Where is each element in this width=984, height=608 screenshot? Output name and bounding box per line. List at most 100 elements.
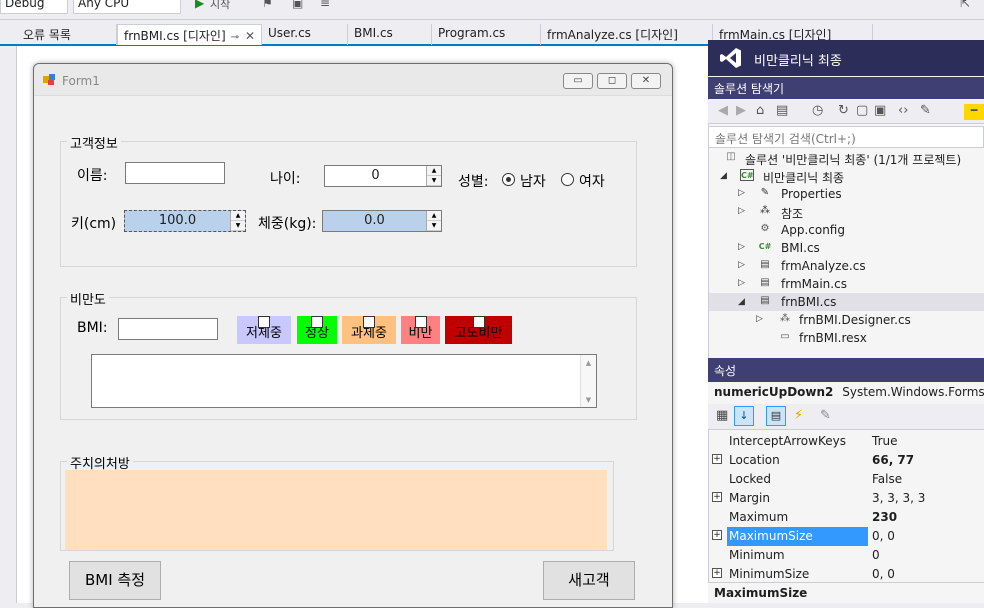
prescription-panel[interactable] xyxy=(65,470,607,550)
male-radio[interactable] xyxy=(502,173,515,186)
live-share-icon[interactable]: ⇱ xyxy=(960,0,974,10)
spin-up-icon[interactable]: ▲ xyxy=(231,211,245,221)
spin-down-icon[interactable]: ▼ xyxy=(231,221,245,231)
property-row-selected[interactable]: + MaximumSize 0, 0 xyxy=(709,527,984,546)
chip-severely-obese[interactable]: 고도비만 xyxy=(445,316,512,344)
name-input[interactable] xyxy=(125,162,225,184)
align-icon[interactable]: ≡ xyxy=(320,0,334,10)
property-value[interactable]: False xyxy=(872,472,902,486)
tab-frmanalyze-designer[interactable]: frmAnalyze.cs [디자인] xyxy=(541,24,713,45)
refresh-icon[interactable]: ↻ xyxy=(838,103,849,118)
new-customer-button[interactable]: 새고객 xyxy=(543,561,635,600)
pin-icon[interactable]: ⊸ xyxy=(231,32,239,43)
weight-spinner[interactable]: ▲ ▼ xyxy=(426,211,441,231)
property-row[interactable]: InterceptArrowKeys True xyxy=(709,432,984,451)
collapsed-arrow-icon[interactable]: ▷ xyxy=(738,278,748,288)
expand-icon[interactable]: + xyxy=(712,454,722,464)
collapsed-arrow-icon[interactable]: ▷ xyxy=(738,206,748,216)
property-pages-icon[interactable]: ✎ xyxy=(820,408,831,423)
bmi-input[interactable] xyxy=(118,318,218,340)
alphabetical-icon[interactable]: ↓ xyxy=(734,406,754,426)
platform-combo[interactable]: Any CPU xyxy=(73,0,181,14)
chip-normal[interactable]: 정상 xyxy=(297,316,337,344)
chip-overweight[interactable]: 과체중 xyxy=(342,316,396,344)
property-row[interactable]: Locked False xyxy=(709,470,984,489)
spin-down-icon[interactable]: ▼ xyxy=(427,221,441,231)
property-value[interactable]: 66, 77 xyxy=(872,453,914,467)
start-label[interactable]: 시작 xyxy=(210,0,240,11)
expand-icon[interactable]: + xyxy=(712,530,722,540)
close-icon[interactable]: ✕ xyxy=(245,29,255,43)
collapsed-arrow-icon[interactable]: ▷ xyxy=(738,242,748,252)
chip-obese[interactable]: 비만 xyxy=(401,316,440,344)
expand-icon[interactable]: + xyxy=(712,492,722,502)
age-spinner[interactable]: ▲ ▼ xyxy=(426,166,441,186)
chip-underweight[interactable]: 저체중 xyxy=(237,316,291,344)
properties-object-selector[interactable]: numericUpDown2 System.Windows.Forms.Nume… xyxy=(708,382,984,404)
property-row[interactable]: + MinimumSize 0, 0 xyxy=(709,565,984,582)
obesity-result-textarea[interactable]: ▲ ▼ xyxy=(91,354,597,408)
tab-program-cs[interactable]: Program.cs xyxy=(432,24,541,45)
checkbox-icon[interactable] xyxy=(363,316,375,328)
home-icon[interactable]: ⌂ xyxy=(756,103,764,118)
categorized-icon[interactable]: ▦ xyxy=(716,408,728,423)
form-title: Form1 xyxy=(62,74,100,88)
configuration-combo[interactable]: Debug xyxy=(0,0,68,14)
forward-icon[interactable]: ▶ xyxy=(736,103,746,118)
start-icon[interactable]: ▶ xyxy=(195,0,209,10)
weight-numeric[interactable]: 0.0 ▲ ▼ xyxy=(322,210,442,232)
height-numeric[interactable]: 100.0 ▲ ▼ xyxy=(124,210,246,232)
close-button[interactable]: ✕ xyxy=(631,73,661,89)
expand-icon[interactable]: + xyxy=(712,568,722,578)
property-row[interactable]: + Margin 3, 3, 3, 3 xyxy=(709,489,984,508)
maximize-button[interactable]: ◻ xyxy=(597,73,627,89)
property-value[interactable]: 0 xyxy=(872,548,880,562)
collapsed-arrow-icon[interactable]: ▷ xyxy=(738,188,748,198)
age-numeric[interactable]: 0 ▲ ▼ xyxy=(324,165,442,187)
minimize-button[interactable]: ▭ xyxy=(563,73,593,89)
find-icon[interactable]: ⚑ xyxy=(262,0,276,10)
save-icon[interactable]: ▣ xyxy=(292,0,306,10)
solution-search-input[interactable]: 솔루션 탐색기 검색(Ctrl+;) xyxy=(708,126,984,148)
preview-icon[interactable]: ━ xyxy=(964,104,984,120)
view-code-icon[interactable]: ‹› xyxy=(898,103,908,118)
tab-user-cs[interactable]: User.cs xyxy=(262,24,348,45)
back-icon[interactable]: ◀ xyxy=(718,103,728,118)
scroll-up-icon[interactable]: ▲ xyxy=(581,359,596,367)
spin-up-icon[interactable]: ▲ xyxy=(427,211,441,221)
scroll-down-icon[interactable]: ▼ xyxy=(581,396,596,404)
spin-down-icon[interactable]: ▼ xyxy=(427,176,441,186)
events-icon[interactable]: ⚡ xyxy=(794,408,803,423)
properties-wrench-icon[interactable]: ✎ xyxy=(920,103,931,118)
property-row[interactable]: Maximum 230 xyxy=(709,508,984,527)
female-radio[interactable] xyxy=(561,173,574,186)
properties-icon[interactable]: ▤ xyxy=(766,406,786,426)
expanded-arrow-icon[interactable]: ◢ xyxy=(738,297,748,307)
form-window[interactable]: Form1 ▭ ◻ ✕ 고객정보 이름: 나이: 0 ▲ ▼ 성별: 남자 여자 … xyxy=(33,63,673,608)
property-value[interactable]: 3, 3, 3, 3 xyxy=(872,491,925,505)
spin-up-icon[interactable]: ▲ xyxy=(427,166,441,176)
switch-view-icon[interactable]: ▤ xyxy=(776,103,788,118)
textarea-scrollbar[interactable]: ▲ ▼ xyxy=(580,355,596,407)
checkbox-icon[interactable] xyxy=(414,316,427,328)
height-spinner[interactable]: ▲ ▼ xyxy=(230,211,245,231)
bmi-measure-button[interactable]: BMI 측정 xyxy=(69,561,161,600)
tab-bmi-cs[interactable]: BMI.cs xyxy=(348,24,432,45)
property-value[interactable]: 0, 0 xyxy=(872,567,895,581)
expanded-arrow-icon[interactable]: ◢ xyxy=(720,171,730,181)
tab-error-list[interactable]: 오류 목록 xyxy=(17,24,117,45)
property-value[interactable]: 0, 0 xyxy=(872,529,895,543)
history-icon[interactable]: ◷ xyxy=(812,103,823,118)
checkbox-icon[interactable] xyxy=(311,316,323,328)
checkbox-icon[interactable] xyxy=(472,316,485,328)
checkbox-icon[interactable] xyxy=(258,316,270,328)
property-row[interactable]: Minimum 0 xyxy=(709,546,984,565)
tab-frnbmi-designer[interactable]: frnBMI.cs [디자인] ⊸ ✕ xyxy=(117,24,262,45)
collapsed-arrow-icon[interactable]: ▷ xyxy=(756,314,766,324)
collapse-all-icon[interactable]: ▢ xyxy=(856,103,868,118)
property-row[interactable]: + Location 66, 77 xyxy=(709,451,984,470)
property-value[interactable]: True xyxy=(872,434,898,448)
property-value[interactable]: 230 xyxy=(872,510,897,524)
show-all-files-icon[interactable]: ▣ xyxy=(874,103,886,118)
collapsed-arrow-icon[interactable]: ▷ xyxy=(738,260,748,270)
